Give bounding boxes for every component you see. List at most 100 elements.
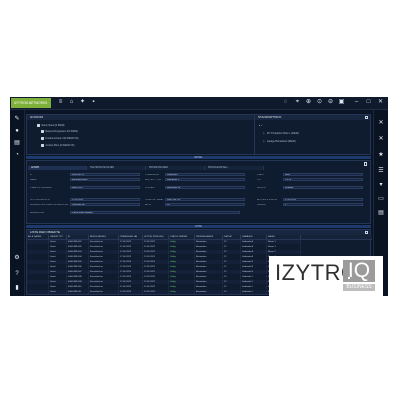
table-cell: 17.06.2023 xyxy=(119,280,143,284)
table-row[interactable]: Gerät 4006-889-008 Feuerlöscher 17.06.2023 1… xyxy=(27,275,301,279)
field-value[interactable]: Bürgeramt 3a xyxy=(165,186,245,190)
table-row[interactable]: Gerät 4006-889-006 Feuerlöscher 17.06.2023 1… xyxy=(27,265,301,269)
close-icon[interactable]: ✕ xyxy=(377,99,384,106)
table-cell: Raum 1 xyxy=(267,240,301,244)
filter-icon[interactable]: ▾ xyxy=(377,181,385,189)
column-header[interactable]: LETZTE PRÜFUNG xyxy=(143,235,169,239)
menu-icon[interactable]: ≡ xyxy=(57,99,64,106)
table-cell: Gültig xyxy=(169,240,195,244)
print-icon[interactable]: ▭ xyxy=(377,195,385,203)
table-cell: Gültig xyxy=(169,260,195,264)
table-row[interactable]: Gerät 4006-889-011 Feuerlöscher 17.06.2023 1… xyxy=(27,290,301,294)
table-row[interactable]: Gerät 4006-889-003 Feuerlöscher 17.06.2023 1… xyxy=(27,250,301,254)
field-zip: PLZ 70176 xyxy=(257,178,363,182)
field-value[interactable]: Bahnhofsstraße xyxy=(70,178,140,182)
table-cell: Gültig xyxy=(169,265,195,269)
zoom-out-icon[interactable]: ⊖ xyxy=(327,99,334,106)
tab-professions[interactable]: PROFESSIONEN xyxy=(146,166,205,170)
field-value[interactable]: Stuttgart xyxy=(283,186,363,190)
field-value[interactable]: 12.05.2023 xyxy=(70,198,140,202)
field-value[interactable]: Ja xyxy=(165,203,245,207)
field-value[interactable]: 4006-88725 xyxy=(70,173,140,177)
column-header[interactable]: GEBÄUDE xyxy=(241,235,267,239)
cloud-icon[interactable]: ● xyxy=(13,127,21,135)
chart-icon[interactable]: ◔ xyxy=(13,151,21,159)
table-cell: 4006-889-011 xyxy=(67,290,89,294)
field-value[interactable]: 70176 xyxy=(283,178,363,182)
field-value[interactable]: Mein Pilz 4 xyxy=(70,186,140,190)
table-cell: 4006-889-007 xyxy=(67,270,89,274)
pin-icon[interactable]: ✦ xyxy=(79,99,86,106)
close-panel-icon[interactable]: ✕ xyxy=(377,119,385,127)
star-icon[interactable]: ★ xyxy=(377,151,385,159)
table-row[interactable]: Gerät 4006-889-001 Feuerlöscher 17.06.2023 1… xyxy=(27,240,301,244)
field-value[interactable]: 0 xyxy=(283,203,363,207)
column-header[interactable]: DATUM xyxy=(223,235,241,239)
tab-profile[interactable]: PROFILEINSTELL xyxy=(205,166,264,170)
collapse-icon[interactable]: ✕ xyxy=(377,135,385,143)
column-header[interactable]: STATUS TERMIN xyxy=(169,235,195,239)
folder-icon[interactable]: ▪ xyxy=(90,99,97,106)
app-logo[interactable]: IZYTRON.NETWORKS xyxy=(11,98,51,108)
column-header[interactable]: TERMINGER. AB xyxy=(119,235,143,239)
field-value[interactable]: Lange Ende Standort xyxy=(70,211,240,215)
field-value[interactable]: 12.05.2023 xyxy=(283,198,363,202)
tree-item[interactable]: Konferenzraum 2(0 IDEM/4 ID) xyxy=(41,137,78,140)
logout-icon[interactable]: ▮ xyxy=(13,284,21,292)
zoom-in-icon[interactable]: ⊕ xyxy=(305,99,312,106)
table-cell xyxy=(27,270,49,274)
column-header[interactable]: RAUM xyxy=(267,235,301,239)
building-icon[interactable]: ▤ xyxy=(13,139,21,147)
field-value[interactable]: Parkplatz etc. xyxy=(70,203,140,207)
list-icon[interactable]: ☰ xyxy=(377,167,385,175)
field-value[interactable]: Nord xyxy=(283,173,363,177)
tab-general[interactable]: ANSPR xyxy=(28,166,87,170)
tools-icon[interactable]: ✎ xyxy=(13,115,21,123)
column-header[interactable]: OBJEKTTYP xyxy=(49,235,67,239)
detail-divider[interactable]: DETAIL xyxy=(26,156,371,159)
table-cell xyxy=(27,245,49,249)
location-icon[interactable]: ⌖ xyxy=(294,99,301,106)
tree-item[interactable]: Raum Raum(0 IDEM) xyxy=(37,124,64,127)
settings-icon[interactable]: ⚙ xyxy=(13,254,21,262)
table-cell: Gültig xyxy=(169,250,195,254)
table-row[interactable]: Gerät 4006-889-007 Feuerlöscher 17.06.2023 1… xyxy=(27,270,301,274)
bulb-icon[interactable]: ◌ xyxy=(282,99,289,106)
image-icon[interactable]: ▣ xyxy=(338,99,345,106)
column-header[interactable]: PRÜFERGEBNIS xyxy=(195,235,223,239)
tree-item[interactable]: Großes Büro (0 IDEM/4 ID) xyxy=(41,144,74,147)
list-divider[interactable]: LISTE xyxy=(26,225,371,228)
home-icon[interactable]: ⌂ xyxy=(68,99,75,106)
expand-icon[interactable] xyxy=(364,115,368,119)
expand-icon[interactable] xyxy=(363,162,367,166)
field-value[interactable]: Keplerweg xyxy=(165,173,245,177)
table-cell: 12 xyxy=(223,290,241,294)
field-label: STRASSE/NR xyxy=(145,173,159,176)
location-item[interactable]: ▷ Garage Betriebsteil (IDEM) xyxy=(263,140,296,143)
table-cell xyxy=(27,275,49,279)
field-value[interactable]: Mitarbeiter 3 xyxy=(165,178,245,182)
table-cell: Feuerlöscher xyxy=(89,255,119,259)
table-row[interactable]: Gerät 4006-889-004 Feuerlöscher 17.06.2023 1… xyxy=(27,255,301,259)
field-region: REGION Stuttgart xyxy=(257,186,363,190)
zoom-fit-icon[interactable]: ⊙ xyxy=(316,99,323,106)
table-row[interactable]: Gerät 4006-889-005 Feuerlöscher 17.06.2023 1… xyxy=(27,260,301,264)
table-row[interactable]: Gerät 4006-889-010 Feuerlöscher 17.06.2023 1… xyxy=(27,285,301,289)
help-icon[interactable]: ? xyxy=(13,270,21,278)
room-icon xyxy=(41,144,44,147)
column-header[interactable]: ID xyxy=(67,235,89,239)
maximize-icon[interactable]: □ xyxy=(365,99,372,106)
field-value[interactable]: 0800 550 225 xyxy=(165,198,245,202)
table-cell: Bestanden xyxy=(195,260,223,264)
location-item[interactable]: ▷ IZY Produktion Mitte 1 (IDEM) xyxy=(263,132,299,135)
minimize-icon[interactable]: – xyxy=(353,99,360,106)
column-header[interactable]: BEZEICHNUNG xyxy=(89,235,119,239)
table-row[interactable]: Gerät 4006-889-009 Feuerlöscher 17.06.2023 1… xyxy=(27,280,301,284)
expand-row[interactable]: ▸ ✓ xyxy=(259,124,263,127)
table-row[interactable]: Gerät 4006-889-002 Feuerlöscher 17.06.2023 1… xyxy=(27,245,301,249)
expand-icon[interactable] xyxy=(364,230,368,234)
export-icon[interactable]: ▤ xyxy=(377,209,385,217)
tab-technical[interactable]: TECHNISCHE DATEN xyxy=(87,166,146,170)
tree-item[interactable]: Besprechungsraum 4(0 IDEM) xyxy=(41,130,78,133)
column-header[interactable]: ALLE DATEN xyxy=(27,235,49,239)
